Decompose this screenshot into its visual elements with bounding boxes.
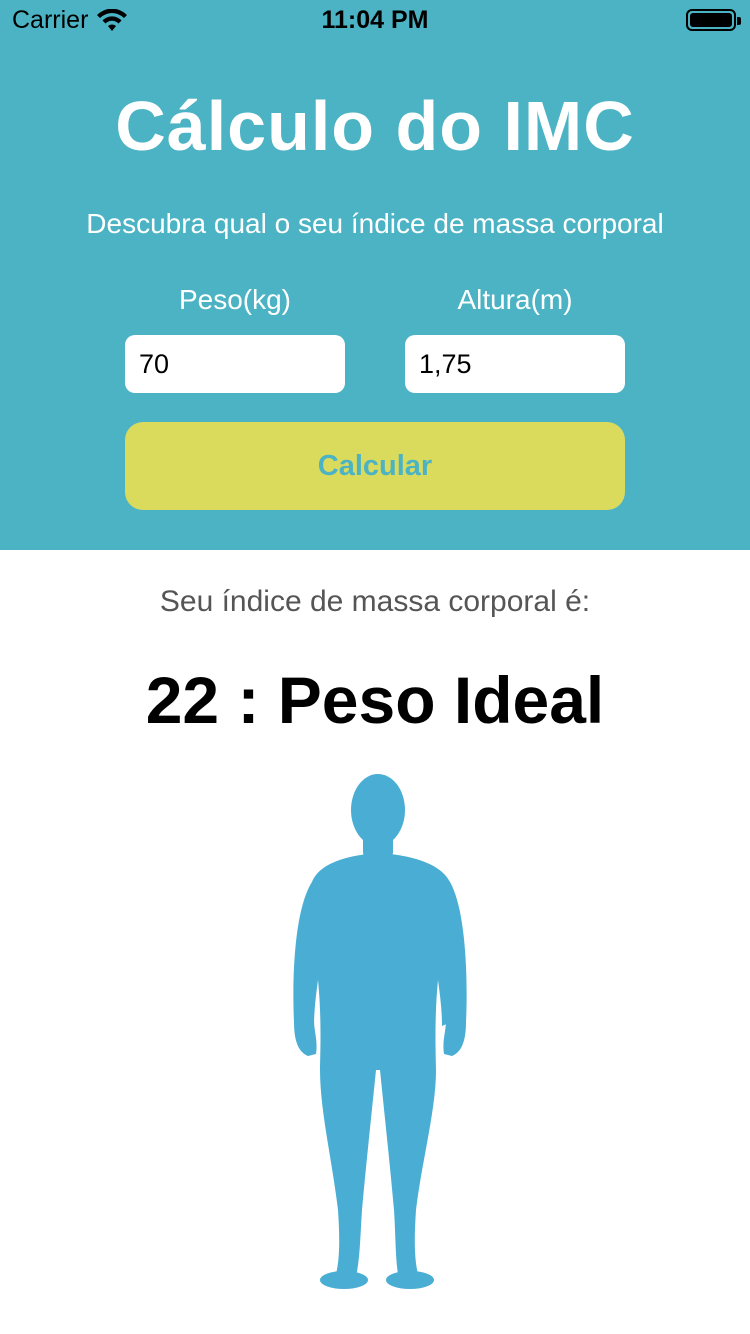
body-silhouette-icon bbox=[293, 774, 467, 1289]
status-time: 11:04 PM bbox=[321, 6, 429, 34]
result-label: Seu índice de massa corporal é: bbox=[159, 585, 591, 618]
page-subtitle: Descubra qual o seu índice de massa corp… bbox=[86, 208, 664, 239]
result-value: 22 : Peso Ideal bbox=[145, 663, 605, 737]
peso-label: Peso(kg) bbox=[178, 284, 292, 315]
altura-input[interactable] bbox=[405, 335, 625, 393]
page-title: Cálculo do IMC bbox=[115, 87, 635, 165]
battery-icon bbox=[686, 9, 741, 31]
status-bar: Carrier 11:04 PM bbox=[0, 0, 750, 40]
calcular-button[interactable]: Calcular bbox=[125, 422, 625, 510]
peso-input[interactable] bbox=[125, 335, 345, 393]
altura-label: Altura(m) bbox=[457, 284, 573, 315]
